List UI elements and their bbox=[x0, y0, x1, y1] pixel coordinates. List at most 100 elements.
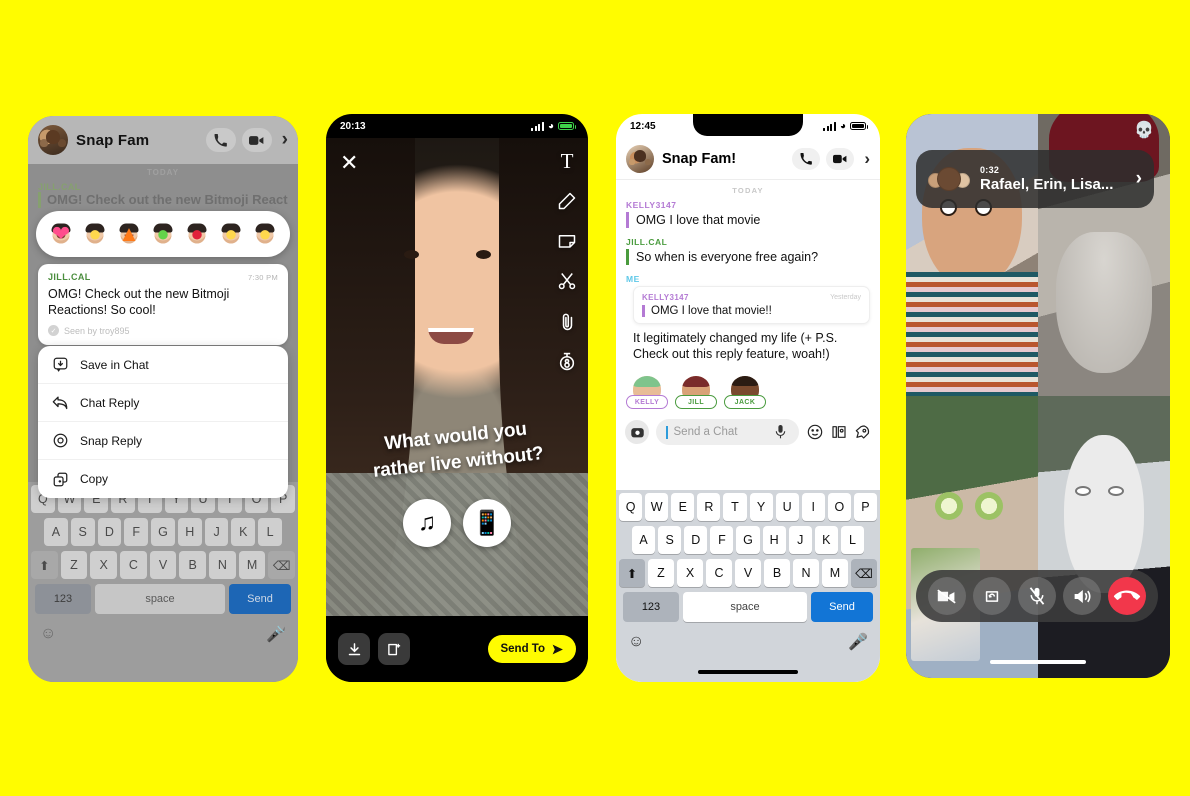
draw-pencil-icon[interactable] bbox=[556, 190, 578, 212]
key-M[interactable]: M bbox=[822, 559, 848, 587]
key-V[interactable]: V bbox=[735, 559, 761, 587]
key-C[interactable]: C bbox=[706, 559, 732, 587]
scissors-tool-icon[interactable] bbox=[556, 270, 578, 292]
backspace-icon[interactable]: ⌫ bbox=[268, 551, 296, 579]
video-tile-4[interactable] bbox=[1038, 396, 1170, 678]
search-input[interactable]: Send a Chat bbox=[656, 419, 799, 445]
phone-choice[interactable]: 📱 bbox=[463, 499, 511, 547]
key-G[interactable]: G bbox=[736, 526, 760, 554]
key-Y[interactable]: Y bbox=[749, 493, 773, 521]
quoted-message-card[interactable]: KELLY3147 Yesterday OMG I love that movi… bbox=[633, 286, 870, 324]
key-O[interactable]: O bbox=[827, 493, 851, 521]
expand-call-chevron[interactable]: › bbox=[1136, 168, 1142, 190]
emoji-icon[interactable]: ☺ bbox=[40, 625, 56, 643]
bitmoji-reaction-bar[interactable]: ❤ ● ▲ ● ● ● ● bbox=[36, 211, 290, 257]
microphone-icon[interactable] bbox=[772, 424, 789, 441]
presence-jack[interactable]: JACK bbox=[724, 376, 766, 409]
key-Z[interactable]: Z bbox=[60, 551, 88, 579]
key-M[interactable]: M bbox=[238, 551, 266, 579]
microphone-muted-icon[interactable] bbox=[1017, 577, 1056, 615]
timer-tool-icon[interactable] bbox=[556, 350, 578, 372]
key-A[interactable]: A bbox=[43, 518, 68, 546]
paperclip-tool-icon[interactable] bbox=[556, 310, 578, 332]
emoji-smiley-icon[interactable] bbox=[806, 424, 823, 441]
music-choice[interactable]: ♫ bbox=[403, 499, 451, 547]
key-Z[interactable]: Z bbox=[648, 559, 674, 587]
menu-item-save-in-chat[interactable]: Save in Chat bbox=[38, 346, 288, 384]
video-camera-icon[interactable] bbox=[826, 147, 855, 170]
close-x-icon[interactable]: ✕ bbox=[340, 152, 358, 174]
microphone-icon[interactable]: 🎤 bbox=[848, 632, 868, 652]
key-N[interactable]: N bbox=[793, 559, 819, 587]
key-I[interactable]: I bbox=[801, 493, 825, 521]
key-U[interactable]: U bbox=[775, 493, 799, 521]
key-numbers[interactable]: 123 bbox=[35, 584, 91, 614]
key-R[interactable]: R bbox=[697, 493, 721, 521]
onscreen-keyboard[interactable]: Q W E R T Y U I O P A S D F G H J K L ⬆ … bbox=[28, 482, 298, 682]
menu-item-snap-reply[interactable]: Snap Reply bbox=[38, 422, 288, 460]
cry-reaction[interactable]: ● bbox=[216, 219, 246, 249]
flip-camera-icon[interactable] bbox=[972, 577, 1011, 615]
key-H[interactable]: H bbox=[177, 518, 202, 546]
chat-message[interactable]: JILL.CAL So when is everyone free again? bbox=[616, 236, 880, 273]
key-E[interactable]: E bbox=[671, 493, 695, 521]
key-V[interactable]: V bbox=[149, 551, 177, 579]
key-D[interactable]: D bbox=[684, 526, 708, 554]
add-to-story-icon[interactable] bbox=[378, 633, 410, 665]
video-off-icon[interactable] bbox=[927, 577, 966, 615]
key-X[interactable]: X bbox=[90, 551, 117, 579]
key-B[interactable]: B bbox=[764, 559, 790, 587]
shift-icon[interactable]: ⬆ bbox=[30, 551, 58, 579]
key-C[interactable]: C bbox=[120, 551, 147, 579]
video-tile-3[interactable] bbox=[906, 396, 1038, 678]
rocket-icon[interactable] bbox=[854, 424, 871, 441]
phone-icon[interactable] bbox=[205, 128, 236, 152]
key-L[interactable]: L bbox=[258, 518, 283, 546]
thumbs-up-reaction[interactable]: ● bbox=[148, 219, 178, 249]
text-tool-icon[interactable]: T bbox=[556, 149, 578, 173]
chat-message-card[interactable]: JILL.CAL 7:30 PM OMG! Check out the new … bbox=[38, 264, 288, 345]
end-call-icon[interactable] bbox=[1108, 577, 1147, 615]
heart-reaction[interactable]: ❤ bbox=[46, 219, 76, 249]
rose-reaction[interactable]: ● bbox=[182, 219, 212, 249]
presence-jill[interactable]: JILL bbox=[675, 376, 717, 409]
download-icon[interactable] bbox=[338, 633, 370, 665]
key-N[interactable]: N bbox=[209, 551, 236, 579]
message-context-menu[interactable]: Save in Chat Chat Reply Snap Reply Copy bbox=[38, 346, 288, 498]
key-S[interactable]: S bbox=[70, 518, 95, 546]
phone-icon[interactable] bbox=[792, 147, 821, 170]
key-W[interactable]: W bbox=[645, 493, 669, 521]
key-send[interactable]: Send bbox=[811, 592, 873, 622]
key-X[interactable]: X bbox=[677, 559, 703, 587]
menu-item-copy[interactable]: Copy bbox=[38, 460, 288, 498]
snap-poll-choices[interactable]: ♫ 📱 bbox=[326, 499, 588, 547]
camera-icon[interactable] bbox=[625, 420, 649, 444]
microphone-icon[interactable]: 🎤 bbox=[266, 624, 286, 644]
onscreen-keyboard[interactable]: Q W E R T Y U I O P A S D F G H J K L ⬆ … bbox=[616, 490, 880, 682]
key-Q[interactable]: Q bbox=[619, 493, 643, 521]
key-F[interactable]: F bbox=[710, 526, 734, 554]
shock-reaction[interactable]: ● bbox=[250, 219, 280, 249]
chat-message[interactable]: KELLY3147 OMG I love that movie bbox=[616, 199, 880, 236]
presence-kelly[interactable]: KELLY bbox=[626, 376, 668, 409]
key-T[interactable]: T bbox=[723, 493, 747, 521]
send-to-button[interactable]: Send To bbox=[488, 635, 576, 663]
key-send[interactable]: Send bbox=[229, 584, 291, 614]
menu-item-chat-reply[interactable]: Chat Reply bbox=[38, 384, 288, 422]
key-numbers[interactable]: 123 bbox=[623, 592, 679, 622]
key-J[interactable]: J bbox=[788, 526, 812, 554]
key-G[interactable]: G bbox=[151, 518, 175, 546]
video-camera-icon[interactable] bbox=[241, 128, 272, 152]
speaker-icon[interactable] bbox=[1063, 577, 1102, 615]
call-header[interactable]: 0:32 Rafael, Erin, Lisa... › bbox=[916, 150, 1154, 208]
shift-icon[interactable]: ⬆ bbox=[619, 559, 645, 587]
key-D[interactable]: D bbox=[97, 518, 122, 546]
key-A[interactable]: A bbox=[632, 526, 656, 554]
laugh-reaction[interactable]: ● bbox=[80, 219, 110, 249]
snap-editing-toolbar[interactable]: T bbox=[556, 149, 578, 372]
key-B[interactable]: B bbox=[179, 551, 207, 579]
bitmoji-icon[interactable] bbox=[830, 424, 847, 441]
sticker-tool-icon[interactable] bbox=[556, 230, 578, 252]
key-F[interactable]: F bbox=[124, 518, 149, 546]
open-profile-chevron[interactable]: › bbox=[278, 129, 288, 151]
